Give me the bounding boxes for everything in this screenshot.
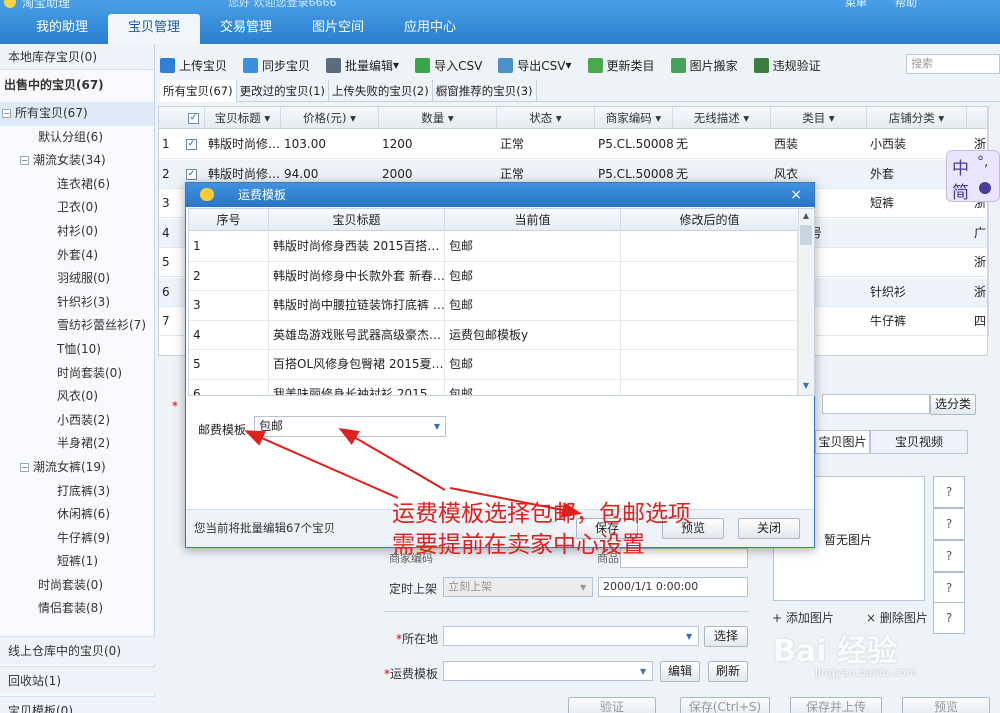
annotation-line-1: 运费模板选择包邮，包邮选项 <box>392 501 691 527</box>
watermark-url: jingyan.baidu.com <box>815 666 917 679</box>
annotation-arrows <box>244 427 582 518</box>
arrow-to-label <box>244 430 399 499</box>
annotation-line-2: 需要提前在卖家中心设置 <box>392 532 645 558</box>
annotation-text: 运费模板选择包邮，包邮选项 需要提前在卖家中心设置 <box>392 499 691 561</box>
watermark-brand: Bai 经验 <box>773 634 897 669</box>
